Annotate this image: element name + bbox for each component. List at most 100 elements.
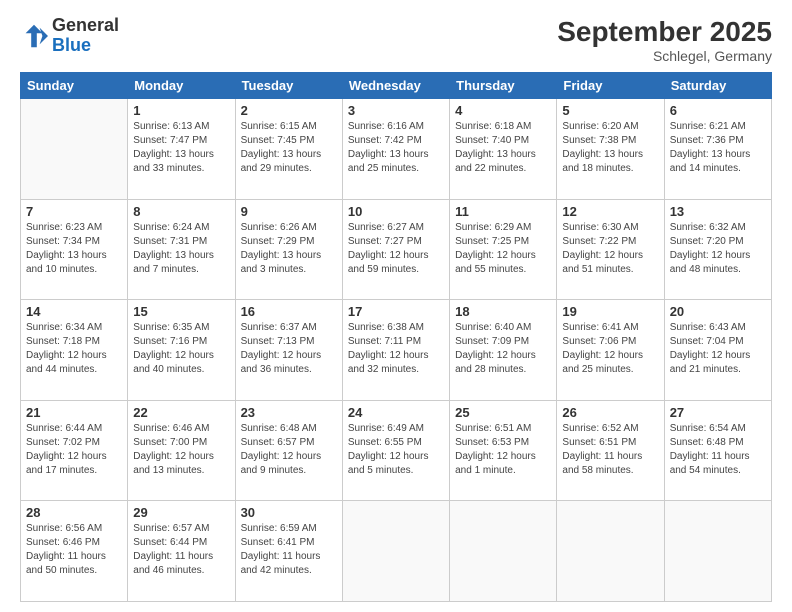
weekday-sunday: Sunday [21, 73, 128, 99]
calendar-cell: 6 Sunrise: 6:21 AMSunset: 7:36 PMDaylight… [664, 99, 771, 200]
day-info: Sunrise: 6:18 AMSunset: 7:40 PMDaylight:… [455, 120, 551, 176]
calendar-cell: 12 Sunrise: 6:30 AMSunset: 7:22 PMDayligh… [557, 199, 664, 300]
day-number: 13 [670, 204, 766, 219]
calendar-cell: 19Sunrise: 6:41 AMSunset: 7:06 PMDayligh… [557, 300, 664, 401]
day-number: 22 [133, 405, 229, 420]
day-number: 21 [26, 405, 122, 420]
calendar-cell [21, 99, 128, 200]
day-info: Sunrise: 6:15 AMSunset: 7:45 PMDaylight:… [241, 120, 337, 176]
day-info: Sunrise: 6:21 AMSunset: 7:36 PMDaylight:… [670, 120, 766, 176]
day-number: 16 [241, 304, 337, 319]
day-info: Sunrise: 6:35 AMSunset: 7:16 PMDaylight:… [133, 321, 229, 377]
day-info: Sunrise: 6:29 AMSunset: 7:25 PMDaylight:… [455, 221, 551, 277]
calendar-week-4: 21 Sunrise: 6:44 AMSunset: 7:02 PMDayligh… [21, 400, 772, 501]
calendar-cell: 24 Sunrise: 6:49 AMSunset: 6:55 PMDayligh… [342, 400, 449, 501]
day-number: 28 [26, 505, 122, 520]
day-number: 29 [133, 505, 229, 520]
calendar-cell: 10 Sunrise: 6:27 AMSunset: 7:27 PMDayligh… [342, 199, 449, 300]
day-number: 30 [241, 505, 337, 520]
logo: General Blue [20, 16, 119, 56]
calendar-cell: 2 Sunrise: 6:15 AMSunset: 7:45 PMDaylight… [235, 99, 342, 200]
day-info: Sunrise: 6:48 AMSunset: 6:57 PMDaylight:… [241, 422, 337, 478]
day-info: Sunrise: 6:20 AMSunset: 7:38 PMDaylight:… [562, 120, 658, 176]
calendar-cell: 23 Sunrise: 6:48 AMSunset: 6:57 PMDayligh… [235, 400, 342, 501]
logo-text: General Blue [52, 16, 119, 56]
day-number: 17 [348, 304, 444, 319]
day-info: Sunrise: 6:38 AMSunset: 7:11 PMDaylight:… [348, 321, 444, 377]
calendar-cell: 20Sunrise: 6:43 AMSunset: 7:04 PMDayligh… [664, 300, 771, 401]
day-info: Sunrise: 6:44 AMSunset: 7:02 PMDaylight:… [26, 422, 122, 478]
calendar-cell [342, 501, 449, 602]
day-number: 26 [562, 405, 658, 420]
day-number: 7 [26, 204, 122, 219]
calendar-week-1: 1 Sunrise: 6:13 AMSunset: 7:47 PMDaylight… [21, 99, 772, 200]
calendar-cell: 18 Sunrise: 6:40 AMSunset: 7:09 PMDayligh… [450, 300, 557, 401]
day-info: Sunrise: 6:34 AMSunset: 7:18 PMDaylight:… [26, 321, 122, 377]
day-info: Sunrise: 6:54 AMSunset: 6:48 PMDaylight:… [670, 422, 766, 478]
calendar-cell [664, 501, 771, 602]
day-number: 19 [562, 304, 658, 319]
day-number: 6 [670, 103, 766, 118]
day-number: 4 [455, 103, 551, 118]
calendar-cell: 1 Sunrise: 6:13 AMSunset: 7:47 PMDaylight… [128, 99, 235, 200]
day-number: 5 [562, 103, 658, 118]
day-number: 12 [562, 204, 658, 219]
calendar-cell [450, 501, 557, 602]
day-info: Sunrise: 6:27 AMSunset: 7:27 PMDaylight:… [348, 221, 444, 277]
day-info: Sunrise: 6:52 AMSunset: 6:51 PMDaylight:… [562, 422, 658, 478]
page: General Blue September 2025 Schlegel, Ge… [0, 0, 792, 612]
calendar-week-2: 7Sunrise: 6:23 AMSunset: 7:34 PMDaylight… [21, 199, 772, 300]
weekday-friday: Friday [557, 73, 664, 99]
day-number: 1 [133, 103, 229, 118]
calendar-cell: 11 Sunrise: 6:29 AMSunset: 7:25 PMDayligh… [450, 199, 557, 300]
calendar-week-3: 14 Sunrise: 6:34 AMSunset: 7:18 PMDayligh… [21, 300, 772, 401]
day-info: Sunrise: 6:13 AMSunset: 7:47 PMDaylight:… [133, 120, 229, 176]
logo-icon [20, 22, 48, 50]
calendar-cell: 7Sunrise: 6:23 AMSunset: 7:34 PMDaylight… [21, 199, 128, 300]
weekday-thursday: Thursday [450, 73, 557, 99]
header: General Blue September 2025 Schlegel, Ge… [20, 16, 772, 64]
calendar-cell: 15 Sunrise: 6:35 AMSunset: 7:16 PMDayligh… [128, 300, 235, 401]
calendar-cell: 13Sunrise: 6:32 AMSunset: 7:20 PMDayligh… [664, 199, 771, 300]
day-info: Sunrise: 6:56 AMSunset: 6:46 PMDaylight:… [26, 522, 122, 578]
day-number: 20 [670, 304, 766, 319]
subtitle: Schlegel, Germany [557, 48, 772, 64]
day-number: 2 [241, 103, 337, 118]
day-number: 14 [26, 304, 122, 319]
day-info: Sunrise: 6:40 AMSunset: 7:09 PMDaylight:… [455, 321, 551, 377]
day-number: 15 [133, 304, 229, 319]
day-info: Sunrise: 6:26 AMSunset: 7:29 PMDaylight:… [241, 221, 337, 277]
calendar-cell: 22 Sunrise: 6:46 AMSunset: 7:00 PMDayligh… [128, 400, 235, 501]
day-info: Sunrise: 6:49 AMSunset: 6:55 PMDaylight:… [348, 422, 444, 478]
calendar-cell: 4 Sunrise: 6:18 AMSunset: 7:40 PMDaylight… [450, 99, 557, 200]
day-number: 11 [455, 204, 551, 219]
day-number: 10 [348, 204, 444, 219]
calendar-cell: 25 Sunrise: 6:51 AMSunset: 6:53 PMDayligh… [450, 400, 557, 501]
day-number: 18 [455, 304, 551, 319]
logo-general: General [52, 15, 119, 35]
calendar-week-5: 28 Sunrise: 6:56 AMSunset: 6:46 PMDayligh… [21, 501, 772, 602]
calendar-cell: 26 Sunrise: 6:52 AMSunset: 6:51 PMDayligh… [557, 400, 664, 501]
weekday-wednesday: Wednesday [342, 73, 449, 99]
calendar-table: SundayMondayTuesdayWednesdayThursdayFrid… [20, 72, 772, 602]
calendar-cell: 8Sunrise: 6:24 AMSunset: 7:31 PMDaylight… [128, 199, 235, 300]
calendar-cell: 21 Sunrise: 6:44 AMSunset: 7:02 PMDayligh… [21, 400, 128, 501]
weekday-saturday: Saturday [664, 73, 771, 99]
day-number: 25 [455, 405, 551, 420]
calendar-cell: 16Sunrise: 6:37 AMSunset: 7:13 PMDayligh… [235, 300, 342, 401]
day-number: 3 [348, 103, 444, 118]
calendar-cell [557, 501, 664, 602]
logo-blue: Blue [52, 35, 91, 55]
day-info: Sunrise: 6:46 AMSunset: 7:00 PMDaylight:… [133, 422, 229, 478]
calendar-cell: 14 Sunrise: 6:34 AMSunset: 7:18 PMDayligh… [21, 300, 128, 401]
day-info: Sunrise: 6:57 AMSunset: 6:44 PMDaylight:… [133, 522, 229, 578]
day-info: Sunrise: 6:59 AMSunset: 6:41 PMDaylight:… [241, 522, 337, 578]
day-info: Sunrise: 6:51 AMSunset: 6:53 PMDaylight:… [455, 422, 551, 478]
day-info: Sunrise: 6:30 AMSunset: 7:22 PMDaylight:… [562, 221, 658, 277]
weekday-monday: Monday [128, 73, 235, 99]
calendar-cell: 29 Sunrise: 6:57 AMSunset: 6:44 PMDayligh… [128, 501, 235, 602]
month-title: September 2025 [557, 16, 772, 48]
day-number: 24 [348, 405, 444, 420]
day-number: 23 [241, 405, 337, 420]
title-block: September 2025 Schlegel, Germany [557, 16, 772, 64]
